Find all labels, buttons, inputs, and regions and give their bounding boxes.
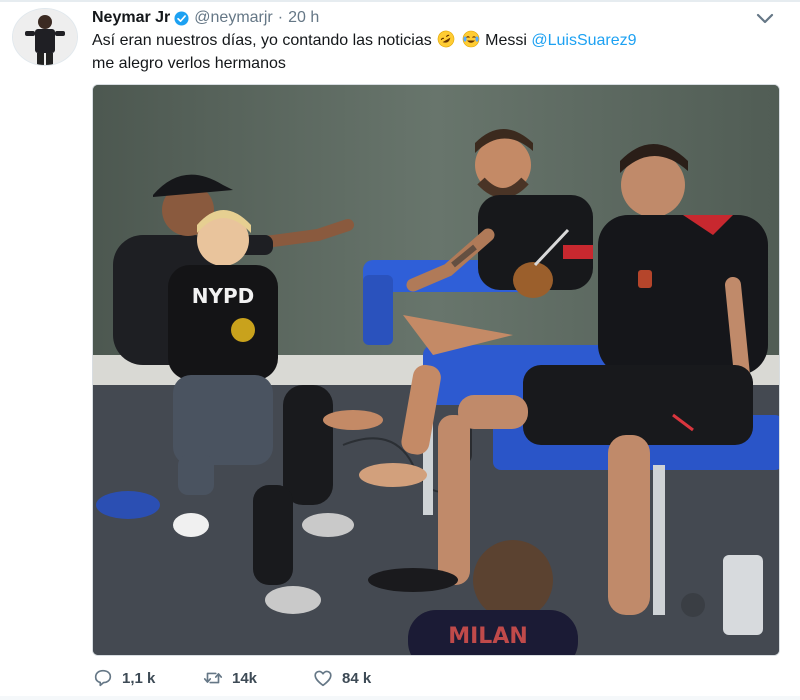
retweet-icon <box>203 672 223 684</box>
tweet-header: Neymar Jr @neymarjr · 20 h <box>92 7 319 29</box>
timestamp[interactable]: 20 h <box>288 9 319 27</box>
tweet-text-line-2: me alegro verlos hermanos <box>92 55 286 72</box>
retweet-count: 14k <box>232 669 258 687</box>
child-jersey-text: NYPD <box>192 284 254 308</box>
face-with-tears-of-joy-emoji <box>462 30 479 48</box>
reply-icon <box>94 669 112 687</box>
photo-illustration: NYPD MILAN <box>93 85 779 655</box>
avatar-image <box>13 9 77 65</box>
reply-button[interactable]: 1,1 k <box>92 667 202 689</box>
handle[interactable]: @neymarjr <box>194 9 272 27</box>
chevron-down-icon[interactable] <box>754 9 776 27</box>
reply-count: 1,1 k <box>122 669 156 687</box>
separator-dot: · <box>277 9 284 26</box>
rolling-on-floor-laughing-emoji <box>437 30 455 48</box>
like-button[interactable]: 84 k <box>312 667 371 689</box>
avatar[interactable] <box>12 8 78 66</box>
tweet-text: Así eran nuestros días, yo contando las … <box>92 29 782 75</box>
tweet-photo[interactable]: NYPD MILAN <box>92 84 780 656</box>
retweet-button[interactable]: 14k <box>202 667 312 689</box>
display-name[interactable]: Neymar Jr <box>92 9 170 27</box>
tweet-text-segment: Messi <box>485 32 527 49</box>
like-icon <box>314 670 332 687</box>
top-border <box>0 0 800 2</box>
tweet-actions: 1,1 k 14k 84 k <box>92 664 371 692</box>
tweet-text-segment: Así eran nuestros días, yo contando las … <box>92 32 432 49</box>
like-count: 84 k <box>342 669 372 687</box>
bottom-border <box>0 696 800 700</box>
mention-link[interactable]: @LuisSuarez9 <box>531 32 636 49</box>
verified-badge-icon <box>174 10 189 26</box>
tweet-text-line-1: Así eran nuestros días, yo contando las … <box>92 29 782 52</box>
boy-jersey-text: MILAN <box>448 624 528 649</box>
